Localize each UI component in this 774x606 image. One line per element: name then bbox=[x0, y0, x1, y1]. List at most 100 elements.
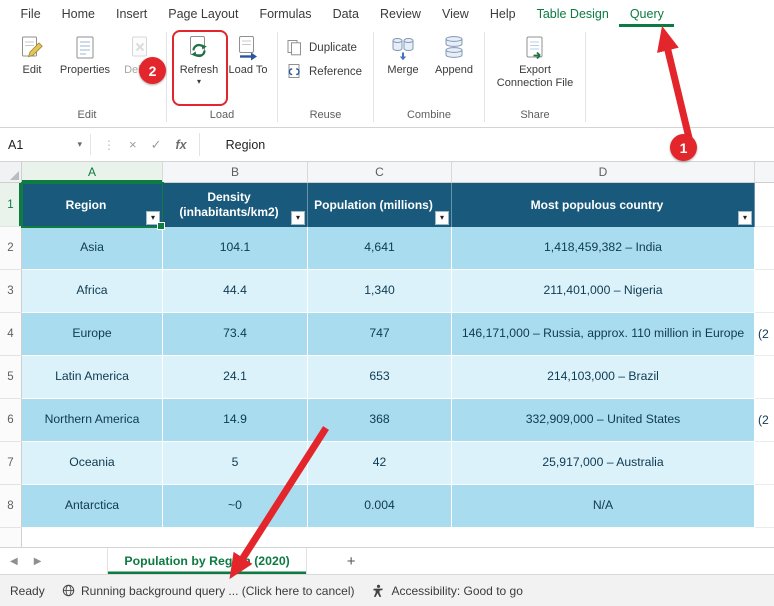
name-box-dropdown-icon[interactable]: ▾ bbox=[77, 139, 82, 150]
cell-b1[interactable]: Density (inhabitants/km2) ▾ bbox=[163, 183, 308, 227]
column-header-c[interactable]: C bbox=[308, 162, 452, 182]
tab-insert[interactable]: Insert bbox=[106, 0, 158, 27]
cell-density[interactable]: 5 bbox=[163, 442, 308, 485]
enter-icon[interactable]: ✓ bbox=[151, 137, 162, 153]
cell-density[interactable]: 73.4 bbox=[163, 313, 308, 356]
reference-button-label: Reference bbox=[309, 66, 362, 78]
cancel-icon[interactable]: × bbox=[129, 137, 137, 152]
cell-overflow[interactable] bbox=[755, 485, 774, 528]
cell-region[interactable]: Northern America bbox=[22, 399, 163, 442]
select-all-corner[interactable] bbox=[0, 162, 22, 182]
row-header-4[interactable]: 4 bbox=[0, 313, 22, 356]
sheet-nav-left-icon[interactable]: ◀ bbox=[10, 556, 18, 567]
sheet-nav-right-icon[interactable]: ▶ bbox=[34, 556, 42, 567]
filter-dropdown-icon[interactable]: ▾ bbox=[738, 211, 752, 225]
cell-density[interactable]: 14.9 bbox=[163, 399, 308, 442]
row-header-3[interactable]: 3 bbox=[0, 270, 22, 313]
row-header-2[interactable]: 2 bbox=[0, 227, 22, 270]
table-row: 8 Antarctica ~0 0.004 N/A bbox=[0, 485, 774, 528]
column-header-d[interactable]: D bbox=[452, 162, 755, 182]
tab-data[interactable]: Data bbox=[322, 0, 369, 27]
cell-population[interactable]: 42 bbox=[308, 442, 452, 485]
cell-density[interactable]: 44.4 bbox=[163, 270, 308, 313]
cell-region[interactable]: Antarctica bbox=[22, 485, 163, 528]
cell-region[interactable]: Latin America bbox=[22, 356, 163, 399]
cell-a1-selected[interactable]: Region ▾ bbox=[22, 183, 163, 227]
tab-formulas[interactable]: Formulas bbox=[249, 0, 322, 27]
tab-strip-spacer bbox=[51, 548, 108, 574]
cell-population[interactable]: 368 bbox=[308, 399, 452, 442]
merge-button[interactable]: Merge bbox=[378, 30, 428, 77]
filter-dropdown-icon[interactable]: ▾ bbox=[435, 211, 449, 225]
cell-population[interactable]: 747 bbox=[308, 313, 452, 356]
cell-e1[interactable] bbox=[755, 183, 774, 227]
edit-query-button[interactable]: Edit bbox=[10, 30, 54, 77]
row-header-7[interactable]: 7 bbox=[0, 442, 22, 485]
append-button[interactable]: Append bbox=[428, 30, 480, 77]
reference-button[interactable]: Reference bbox=[286, 63, 369, 80]
merge-icon bbox=[390, 35, 416, 61]
properties-button[interactable]: Properties bbox=[54, 30, 116, 77]
cell-most-populous[interactable]: 146,171,000 – Russia, approx. 110 millio… bbox=[452, 313, 755, 356]
tab-review[interactable]: Review bbox=[369, 0, 431, 27]
filter-dropdown-icon[interactable]: ▾ bbox=[146, 211, 160, 225]
insert-function-icon[interactable]: fx bbox=[176, 138, 187, 152]
cell-d1[interactable]: Most populous country ▾ bbox=[452, 183, 755, 227]
tab-table-design[interactable]: Table Design bbox=[526, 0, 619, 27]
sheet-tab-population-by-region[interactable]: Population by Region (2020) bbox=[108, 548, 306, 574]
cell-most-populous[interactable]: 1,418,459,382 – India bbox=[452, 227, 755, 270]
filter-dropdown-icon[interactable]: ▾ bbox=[291, 211, 305, 225]
tab-query[interactable]: Query bbox=[619, 0, 674, 27]
cell-overflow[interactable]: (2 bbox=[755, 399, 774, 442]
row-header-6[interactable]: 6 bbox=[0, 399, 22, 442]
row-header-1[interactable]: 1 bbox=[0, 183, 22, 227]
accessibility-status[interactable]: Accessibility: Good to go bbox=[372, 584, 522, 598]
load-to-button[interactable]: Load To bbox=[225, 30, 271, 77]
tab-file[interactable]: File bbox=[10, 0, 51, 27]
name-box[interactable]: A1 ▾ bbox=[0, 128, 90, 161]
cell-region[interactable]: Oceania bbox=[22, 442, 163, 485]
tab-page-layout[interactable]: Page Layout bbox=[158, 0, 249, 27]
cell-most-populous[interactable]: 214,103,000 – Brazil bbox=[452, 356, 755, 399]
cell-most-populous[interactable]: 25,917,000 – Australia bbox=[452, 442, 755, 485]
cell-population[interactable]: 0.004 bbox=[308, 485, 452, 528]
column-header-b[interactable]: B bbox=[163, 162, 308, 182]
row-header-8[interactable]: 8 bbox=[0, 485, 22, 528]
cell-most-populous[interactable]: 332,909,000 – United States bbox=[452, 399, 755, 442]
tab-view[interactable]: View bbox=[431, 0, 479, 27]
cell-overflow[interactable] bbox=[755, 227, 774, 270]
group-label-share: Share bbox=[485, 107, 585, 127]
tab-home[interactable]: Home bbox=[51, 0, 105, 27]
cell-most-populous[interactable]: 211,401,000 – Nigeria bbox=[452, 270, 755, 313]
cell-overflow[interactable]: (2 bbox=[755, 313, 774, 356]
cell-overflow[interactable] bbox=[755, 356, 774, 399]
duplicate-button-label: Duplicate bbox=[309, 42, 357, 54]
cell-density[interactable]: 24.1 bbox=[163, 356, 308, 399]
export-connection-file-button[interactable]: Export Connection File bbox=[495, 30, 575, 90]
add-sheet-button[interactable]: + bbox=[333, 548, 370, 574]
tab-help[interactable]: Help bbox=[479, 0, 526, 27]
cell-population[interactable]: 653 bbox=[308, 356, 452, 399]
cell-c1[interactable]: Population (millions) ▾ bbox=[308, 183, 452, 227]
refresh-dropdown-icon[interactable]: ▾ bbox=[197, 78, 201, 86]
refresh-button[interactable]: Refresh ▾ bbox=[173, 30, 225, 86]
cell-most-populous[interactable]: N/A bbox=[452, 485, 755, 528]
cell-density[interactable]: 104.1 bbox=[163, 227, 308, 270]
column-header-e-partial[interactable] bbox=[755, 162, 774, 182]
cell-overflow[interactable] bbox=[755, 270, 774, 313]
empty-grid-area[interactable] bbox=[0, 528, 774, 547]
background-query-status[interactable]: Running background query ... (Click here… bbox=[62, 584, 354, 598]
spreadsheet-grid: A B C D 1 Region ▾ Density (inhabitants/… bbox=[0, 162, 774, 547]
cell-population[interactable]: 4,641 bbox=[308, 227, 452, 270]
cell-overflow[interactable] bbox=[755, 442, 774, 485]
row-header-5[interactable]: 5 bbox=[0, 356, 22, 399]
column-header-a[interactable]: A bbox=[22, 162, 163, 182]
query-status-text[interactable]: Running background query ... (Click here… bbox=[81, 584, 354, 598]
cell-population[interactable]: 1,340 bbox=[308, 270, 452, 313]
cell-region[interactable]: Africa bbox=[22, 270, 163, 313]
duplicate-button[interactable]: Duplicate bbox=[286, 39, 369, 56]
cell-region[interactable]: Asia bbox=[22, 227, 163, 270]
cell-region[interactable]: Europe bbox=[22, 313, 163, 356]
cell-density[interactable]: ~0 bbox=[163, 485, 308, 528]
drag-dots-icon[interactable]: ⋮ bbox=[103, 138, 115, 152]
